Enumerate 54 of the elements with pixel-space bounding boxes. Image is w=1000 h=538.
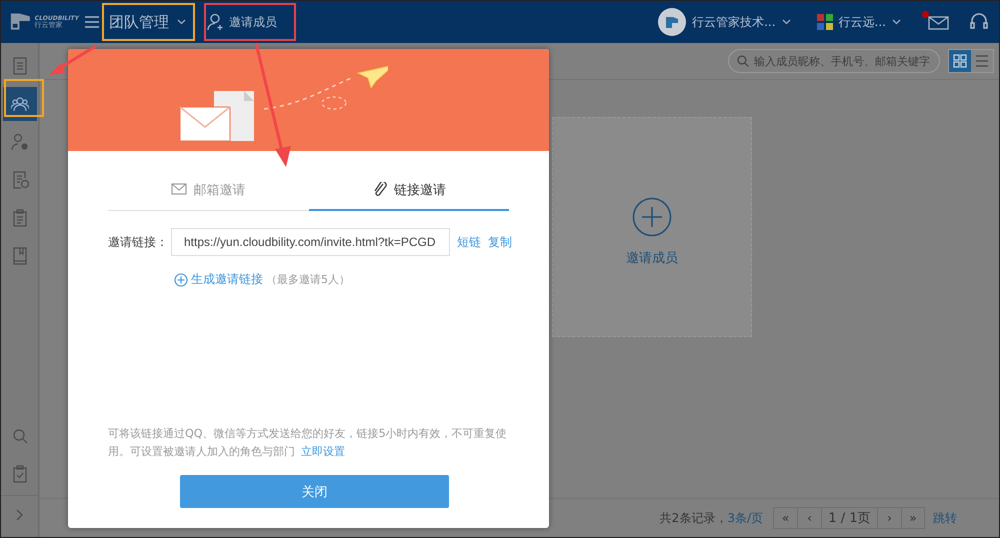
mail-icon [927,14,949,30]
tab[interactable]: 链接邀请 [308,171,509,211]
user-settings-icon [10,133,28,151]
windows-logo-icon [816,14,833,30]
invite-link-field[interactable]: https://yun.cloudbility.com/invite.html?tk=PCGD [171,228,450,256]
account-menu[interactable]: 行云管家技术... [652,7,797,37]
document-clock-icon [10,171,28,189]
pagination-button[interactable]: › [877,507,901,529]
pagination-button[interactable]: » [901,507,925,529]
document-icon [10,57,28,75]
caret-icon [892,19,901,25]
chevron-right-icon [16,508,24,520]
page-size-link[interactable]: 3条/页 [727,510,763,526]
add-circle-icon [632,197,672,237]
book-icon [10,247,28,265]
invite-member-button[interactable]: 邀请成员 [201,4,283,40]
caret-icon [177,19,186,25]
logo-icon [665,15,680,29]
headset-icon [969,12,989,32]
close-button[interactable]: 关闭 [180,475,449,508]
setup-link[interactable]: 立即设置 [301,445,345,458]
search-field[interactable]: 输入成员昵称、手机号、邮箱关键字 [728,49,940,73]
search-icon [737,55,749,67]
copy-link[interactable]: 复制 [488,234,512,250]
sidebar-item[interactable] [2,87,36,121]
team-icon [10,95,28,113]
menu-icon [85,16,99,28]
invite-limit-note: （最多邀请5人） [266,272,350,287]
search-icon [12,428,28,444]
record-count: 共2条记录， [660,510,728,526]
generate-link-button[interactable]: 生成邀请链接 [174,271,263,288]
pagination-button[interactable]: « [773,507,797,529]
user-add-icon [207,13,225,31]
list-view-button[interactable] [971,50,993,72]
caret-icon [782,19,791,25]
pagination-button[interactable]: ‹ [797,507,821,529]
paperclip-icon [372,182,388,198]
add-circle-icon [174,272,188,286]
list-icon [975,54,989,68]
tab[interactable]: 邮箱邀请 [108,171,308,211]
clipboard-check-icon [10,465,28,483]
highlight-box [4,79,44,117]
module-dropdown[interactable]: 团队管理 [105,4,192,40]
grid-icon [953,54,967,68]
jump-link[interactable]: 跳转 [933,510,957,526]
field-label: 邀请链接： [108,234,169,250]
page-indicator[interactable]: 1 / 1页 [821,507,877,529]
clipboard-icon [10,209,28,227]
annotation-arrow [49,44,97,75]
organization-menu[interactable]: 行云远... [810,12,907,32]
invite-member-card[interactable]: 邀请成员 [552,117,752,337]
short-link[interactable]: 短链 [457,234,481,250]
invite-note: 可将该链接通过QQ、微信等方式发送给您的好友，链接5小时内有效，不可重复使用。可设置被邀请人加入的角色与部门 立即设置 [108,426,508,460]
grid-view-button[interactable] [949,50,971,72]
